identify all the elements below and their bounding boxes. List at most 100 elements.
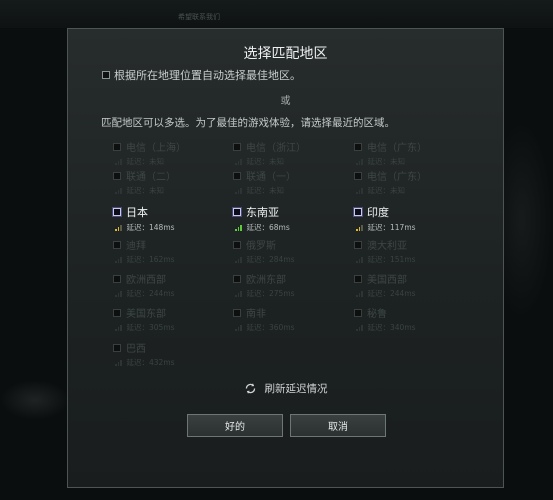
region-option[interactable]: 俄罗斯 延迟：284ms bbox=[233, 237, 353, 265]
signal-strength-icon bbox=[115, 359, 123, 366]
region-name-row: 电信（上海） bbox=[113, 139, 233, 154]
signal-strength-icon bbox=[356, 290, 364, 297]
region-checkbox[interactable] bbox=[233, 240, 241, 249]
region-option[interactable]: 秘鲁延迟：340ms bbox=[354, 305, 474, 333]
signal-strength-icon bbox=[356, 187, 364, 194]
region-checkbox[interactable] bbox=[354, 274, 362, 283]
cancel-button[interactable]: 取消 bbox=[290, 414, 386, 437]
refresh-icon bbox=[245, 383, 255, 394]
region-checkbox[interactable] bbox=[354, 142, 362, 151]
region-checkbox[interactable] bbox=[354, 308, 362, 317]
region-option[interactable]: 印度 延迟：117ms bbox=[354, 204, 474, 233]
signal-strength-icon bbox=[356, 224, 364, 231]
region-name: 联通（二） bbox=[126, 172, 176, 183]
region-name: 日本 bbox=[126, 206, 148, 219]
region-checkbox[interactable] bbox=[113, 274, 121, 283]
region-name-row: 澳大利亚 bbox=[354, 237, 474, 252]
region-name: 迪拜 bbox=[126, 241, 146, 252]
region-option[interactable]: 巴西延迟：432ms bbox=[113, 340, 233, 368]
region-option[interactable]: 欧洲西部 延迟：244ms bbox=[113, 271, 233, 299]
region-latency: 延迟：162ms bbox=[126, 255, 175, 264]
signal-strength-icon bbox=[356, 324, 364, 331]
region-checkbox[interactable] bbox=[354, 208, 362, 216]
region-latency: 延迟：275ms bbox=[246, 289, 295, 298]
signal-strength-icon bbox=[115, 256, 123, 263]
region-option[interactable]: 联通（一） 延迟：未知 bbox=[233, 168, 353, 196]
region-option[interactable]: 联通（二） 延迟：未知 bbox=[113, 168, 233, 196]
region-name-row: 电信（广东） bbox=[354, 139, 474, 154]
region-name: 巴西 bbox=[126, 344, 146, 355]
region-checkbox[interactable] bbox=[233, 142, 241, 151]
region-checkbox[interactable] bbox=[113, 142, 121, 151]
region-latency: 延迟：未知 bbox=[246, 157, 285, 166]
region-latency-row: 延迟：360ms bbox=[233, 322, 353, 333]
region-latency-row: 延迟：244ms bbox=[354, 288, 474, 299]
ok-button[interactable]: 好的 bbox=[187, 414, 283, 437]
region-name-row: 俄罗斯 bbox=[233, 237, 353, 252]
region-name-row: 美国东部 bbox=[113, 305, 233, 320]
region-latency-row: 延迟：148ms bbox=[113, 222, 233, 233]
region-checkbox[interactable] bbox=[233, 274, 241, 283]
region-option[interactable]: 东南亚延迟：68ms bbox=[233, 204, 353, 233]
region-name: 电信（广东） bbox=[367, 143, 427, 154]
region-name: 欧洲西部 bbox=[126, 275, 166, 286]
region-checkbox[interactable] bbox=[113, 240, 121, 249]
region-name: 欧洲东部 bbox=[246, 275, 286, 286]
region-hint-text: 匹配地区可以多选。为了最佳的游戏体验，请选择最近的区域。 bbox=[101, 117, 395, 129]
region-option[interactable]: 电信（广东） 延迟：未知 bbox=[354, 168, 474, 196]
region-checkbox[interactable] bbox=[113, 208, 121, 216]
region-name: 电信（浙江） bbox=[246, 143, 306, 154]
region-option[interactable]: 欧洲东部延迟：275ms bbox=[233, 271, 353, 299]
background-glow bbox=[0, 380, 70, 420]
auto-select-checkbox[interactable] bbox=[102, 71, 110, 79]
region-option[interactable]: 美国西部延迟：244ms bbox=[354, 271, 474, 299]
region-name: 电信（广东） bbox=[367, 172, 427, 183]
region-option[interactable]: 迪拜延迟：162ms bbox=[113, 237, 233, 265]
region-latency: 延迟：340ms bbox=[367, 323, 416, 332]
signal-strength-icon bbox=[235, 324, 243, 331]
auto-select-option[interactable]: 根据所在地理位置自动选择最佳地区。 bbox=[102, 67, 301, 83]
region-checkbox[interactable] bbox=[113, 343, 121, 352]
region-latency-row: 延迟：未知 bbox=[233, 156, 353, 167]
region-name-row: 欧洲东部 bbox=[233, 271, 353, 286]
background-topbar-text: 希望联系我们 bbox=[178, 13, 220, 21]
region-latency: 延迟：117ms bbox=[367, 223, 416, 232]
signal-strength-icon bbox=[356, 256, 364, 263]
region-latency-row: 延迟：未知 bbox=[354, 156, 474, 167]
region-checkbox[interactable] bbox=[113, 308, 121, 317]
region-latency-row: 延迟：340ms bbox=[354, 322, 474, 333]
region-latency-row: 延迟：未知 bbox=[354, 185, 474, 196]
region-latency-row: 延迟：151ms bbox=[354, 254, 474, 265]
region-name-row: 电信（广东） bbox=[354, 168, 474, 183]
region-checkbox[interactable] bbox=[113, 171, 121, 180]
region-latency-row: 延迟：68ms bbox=[233, 222, 353, 233]
region-name: 东南亚 bbox=[246, 206, 279, 219]
region-option[interactable]: 澳大利亚延迟：151ms bbox=[354, 237, 474, 265]
region-checkbox[interactable] bbox=[354, 240, 362, 249]
region-latency: 延迟：305ms bbox=[126, 323, 175, 332]
signal-strength-icon bbox=[235, 290, 243, 297]
region-name: 秘鲁 bbox=[367, 309, 387, 320]
region-option[interactable]: 电信（广东） 延迟：未知 bbox=[354, 139, 474, 167]
region-latency: 延迟：432ms bbox=[126, 358, 175, 367]
region-latency: 延迟：未知 bbox=[367, 186, 406, 195]
region-name: 俄罗斯 bbox=[246, 241, 276, 252]
region-select-dialog: 选择匹配地区 根据所在地理位置自动选择最佳地区。 或 匹配地区可以多选。为了最佳… bbox=[67, 28, 504, 488]
refresh-latency-button[interactable]: 刷新延迟情况 bbox=[68, 381, 503, 396]
region-latency-row: 延迟：305ms bbox=[113, 322, 233, 333]
region-name-row: 美国西部 bbox=[354, 271, 474, 286]
region-option[interactable]: 电信（上海） 延迟：未知 bbox=[113, 139, 233, 167]
region-checkbox[interactable] bbox=[233, 208, 241, 216]
region-option[interactable]: 美国东部延迟：305ms bbox=[113, 305, 233, 333]
region-name-row: 欧洲西部 bbox=[113, 271, 233, 286]
region-latency: 延迟：68ms bbox=[246, 223, 290, 232]
region-option[interactable]: 日本延迟：148ms bbox=[113, 204, 233, 233]
signal-strength-icon bbox=[115, 324, 123, 331]
region-checkbox[interactable] bbox=[233, 308, 241, 317]
signal-strength-icon bbox=[115, 224, 123, 231]
region-option[interactable]: 电信（浙江） 延迟：未知 bbox=[233, 139, 353, 167]
region-option[interactable]: 南非 延迟：360ms bbox=[233, 305, 353, 333]
region-checkbox[interactable] bbox=[233, 171, 241, 180]
refresh-latency-label: 刷新延迟情况 bbox=[264, 383, 328, 395]
region-checkbox[interactable] bbox=[354, 171, 362, 180]
